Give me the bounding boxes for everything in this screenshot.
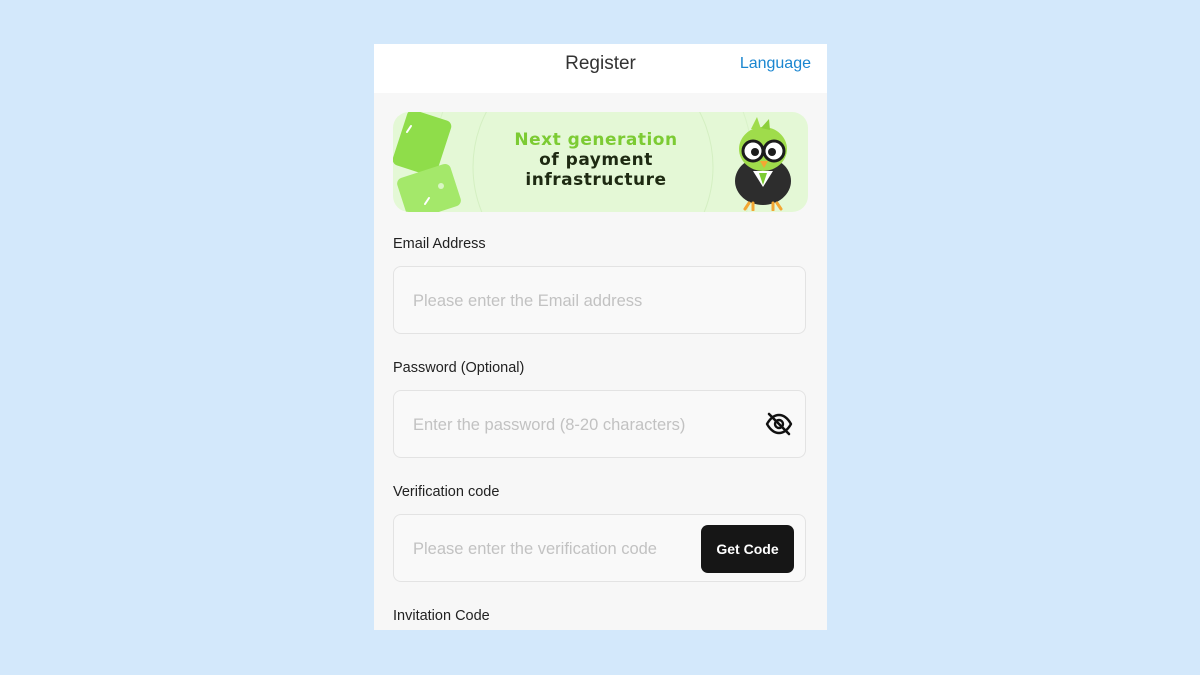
verification-label: Verification code <box>393 484 500 500</box>
verification-field-container: Get Code <box>393 514 806 583</box>
password-label: Password (Optional) <box>393 360 525 376</box>
eye-off-icon[interactable] <box>765 411 793 437</box>
top-bar: Register Language <box>374 44 827 93</box>
promo-banner[interactable]: Next generation of payment infrastructur… <box>393 112 808 212</box>
password-field[interactable] <box>411 391 755 459</box>
get-code-button[interactable]: Get Code <box>701 525 794 573</box>
banner-line-1: Next generation <box>514 130 678 150</box>
banner-line-3: infrastructure <box>525 170 667 190</box>
register-screen: Register Language Next generation of pay… <box>374 44 827 630</box>
language-link[interactable]: Language <box>740 44 811 84</box>
password-field-container <box>393 390 806 459</box>
email-label: Email Address <box>393 236 486 252</box>
verification-code-field[interactable] <box>411 515 700 583</box>
banner-line-2: of payment <box>539 150 653 170</box>
invitation-label: Invitation Code <box>393 608 490 624</box>
email-field[interactable] <box>411 267 795 335</box>
owl-mascot-icon <box>735 117 791 211</box>
banner-headline: Next generation of payment infrastructur… <box>471 130 721 190</box>
email-field-container <box>393 266 806 335</box>
